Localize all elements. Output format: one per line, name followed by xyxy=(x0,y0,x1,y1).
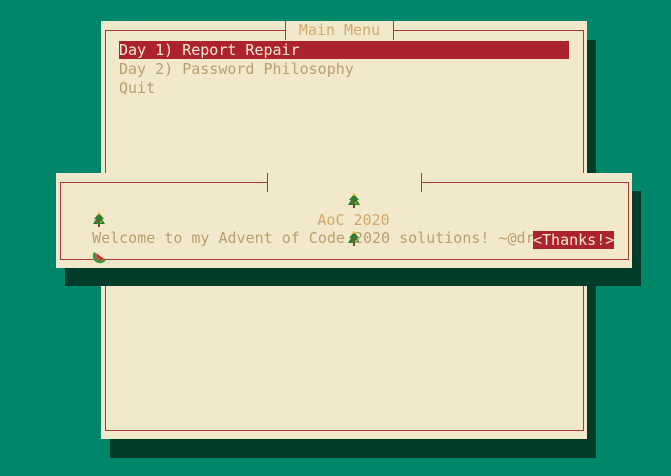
menu-item-quit[interactable]: Quit xyxy=(119,79,569,97)
watermelon-icon xyxy=(92,252,107,264)
dialog-border-top-right xyxy=(420,182,628,183)
welcome-message-row: Welcome to my Advent of Code 2020 soluti… xyxy=(74,193,580,265)
menu-item-day-1[interactable]: Day 1) Report Repair xyxy=(119,41,569,59)
welcome-message: Welcome to my Advent of Code 2020 soluti… xyxy=(92,229,580,247)
main-menu-border-top-right xyxy=(393,30,583,31)
menu-item-day-2[interactable]: Day 2) Password Philosophy xyxy=(119,60,569,78)
dialog-border-top-left xyxy=(60,182,268,183)
dialog-title: AoC 2020 xyxy=(267,173,422,246)
thanks-button[interactable]: <Thanks!> xyxy=(533,231,614,249)
christmas-tree-icon xyxy=(93,212,106,227)
main-menu-title: Main Menu xyxy=(285,21,394,40)
main-menu-border-top-left xyxy=(105,30,286,31)
